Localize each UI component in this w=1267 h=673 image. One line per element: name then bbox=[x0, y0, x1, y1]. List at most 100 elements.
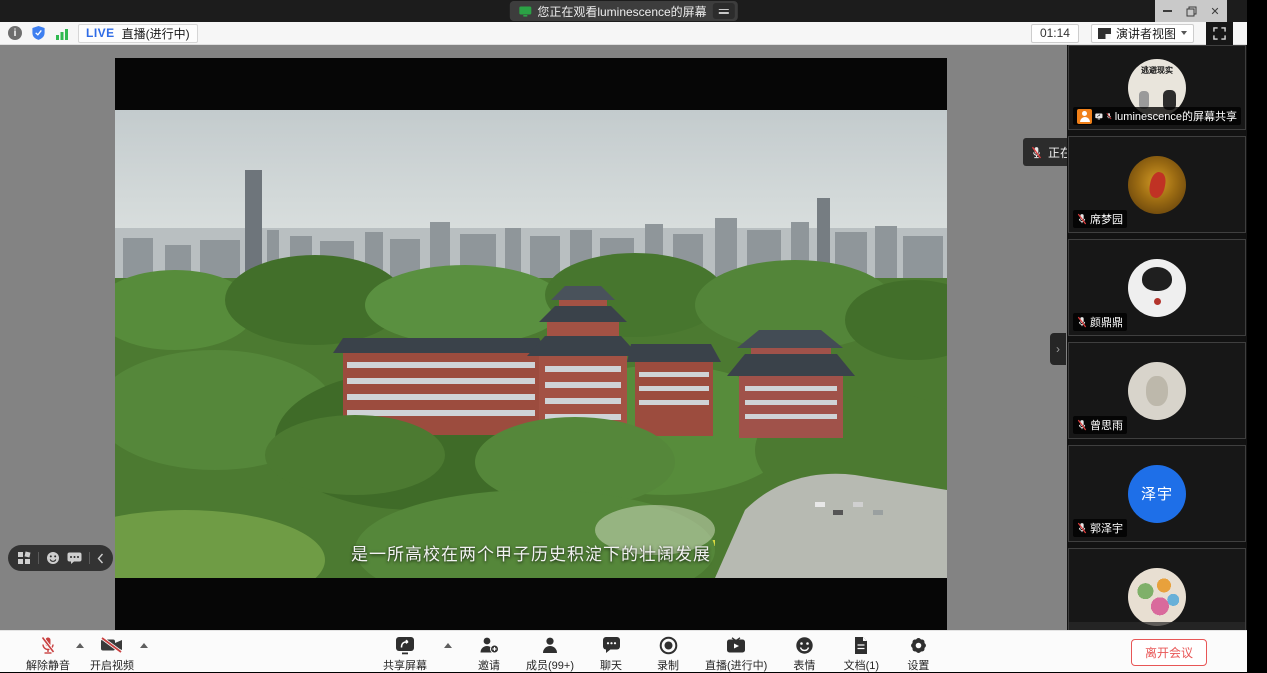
chat-bubble-icon bbox=[602, 636, 621, 654]
participant-name-tag: luminescence的屏幕共享 bbox=[1073, 107, 1241, 125]
participant-name-tag: 郭泽宇 bbox=[1073, 519, 1127, 537]
record-button[interactable]: 录制 bbox=[648, 635, 688, 673]
live-stream-label: 直播(进行中) bbox=[705, 657, 767, 673]
video-picture: 是一所高校在两个甲子历史积淀下的壮阔发展 bbox=[115, 110, 947, 578]
shared-screen-stage: 是一所高校在两个甲子历史积淀下的壮阔发展 bbox=[0, 45, 1247, 630]
view-mode-label: 演讲者视图 bbox=[1116, 25, 1176, 42]
apps-grid-icon[interactable] bbox=[17, 551, 31, 565]
invite-label: 邀请 bbox=[478, 657, 500, 673]
invite-button[interactable]: 邀请 bbox=[469, 635, 509, 673]
chat-label: 聊天 bbox=[600, 657, 622, 673]
screen-share-icon bbox=[518, 6, 531, 17]
avatar bbox=[1128, 362, 1186, 420]
avatar-text: 泽宇 bbox=[1141, 483, 1173, 504]
record-label: 录制 bbox=[657, 657, 679, 673]
emoji-reaction-icon[interactable] bbox=[46, 551, 60, 565]
participant-name: 郭泽宇 bbox=[1090, 520, 1123, 536]
live-stream-button[interactable]: 直播(进行中) bbox=[705, 635, 767, 673]
emoji-label: 表情 bbox=[793, 657, 815, 673]
participant-name: 颜鼎鼎 bbox=[1090, 314, 1123, 330]
docs-label: 文档(1) bbox=[844, 657, 879, 673]
participant-name: 席梦园 bbox=[1090, 211, 1123, 227]
leave-meeting-button[interactable]: 离开会议 bbox=[1131, 639, 1207, 666]
muted-mic-icon bbox=[1077, 522, 1087, 534]
gear-icon bbox=[909, 636, 928, 655]
emoji-icon bbox=[795, 636, 814, 655]
minimize-button[interactable] bbox=[1155, 0, 1179, 22]
muted-mic-icon bbox=[1031, 146, 1042, 159]
participant-name-tag: 席梦园 bbox=[1073, 210, 1127, 228]
restore-button[interactable] bbox=[1179, 0, 1203, 22]
view-mode-selector[interactable]: 演讲者视图 bbox=[1091, 24, 1194, 43]
avatar bbox=[1128, 259, 1186, 317]
fullscreen-button[interactable] bbox=[1206, 22, 1233, 45]
sidebar-collapse-tab[interactable]: › bbox=[1050, 333, 1066, 365]
caption-keyboard-icon[interactable] bbox=[67, 552, 82, 564]
members-icon bbox=[541, 636, 559, 655]
document-icon bbox=[853, 636, 869, 655]
avatar-text: 逃避现实 bbox=[1128, 65, 1186, 76]
emoji-button[interactable]: 表情 bbox=[784, 635, 824, 673]
muted-mic-icon bbox=[40, 636, 56, 655]
participants-sidebar: 逃避现实 luminescence的屏幕共享 bbox=[1067, 45, 1247, 630]
participant-tile-screen-share[interactable]: 逃避现实 luminescence的屏幕共享 bbox=[1068, 45, 1246, 130]
participant-name: 曾思雨 bbox=[1090, 417, 1123, 433]
share-screen-button[interactable]: 共享屏幕 bbox=[383, 635, 427, 673]
record-icon bbox=[659, 636, 678, 655]
members-button[interactable]: 成员(99+) bbox=[526, 635, 574, 673]
participant-tile[interactable]: 席梦园 bbox=[1068, 136, 1246, 233]
invite-person-icon bbox=[479, 636, 499, 655]
settings-button[interactable]: 设置 bbox=[898, 635, 938, 673]
floating-tools-pill bbox=[8, 545, 113, 571]
muted-mic-icon bbox=[1106, 110, 1112, 122]
share-options-caret[interactable] bbox=[444, 643, 452, 648]
more-participants-button[interactable] bbox=[1069, 622, 1245, 630]
close-button[interactable]: ✕ bbox=[1203, 0, 1227, 22]
docs-button[interactable]: 文档(1) bbox=[841, 635, 881, 673]
video-subtitle: 是一所高校在两个甲子历史积淀下的壮阔发展 bbox=[115, 540, 947, 565]
campus-aerial-scene bbox=[115, 110, 947, 578]
screen-share-icon bbox=[1095, 111, 1103, 122]
presenter-badge-icon bbox=[1077, 109, 1092, 124]
participant-name: luminescence的屏幕共享 bbox=[1115, 108, 1237, 124]
muted-mic-icon bbox=[1077, 213, 1087, 225]
collapse-left-icon[interactable] bbox=[97, 553, 104, 564]
share-screen-icon bbox=[394, 636, 416, 655]
avatar bbox=[1128, 156, 1186, 214]
banner-menu-icon[interactable] bbox=[713, 3, 735, 19]
participant-tile[interactable] bbox=[1068, 548, 1246, 630]
meeting-bottom-toolbar: 解除静音 开启视频 bbox=[0, 630, 1247, 672]
avatar bbox=[1128, 568, 1186, 626]
screen-edge-strip bbox=[1247, 0, 1267, 672]
divider bbox=[89, 552, 90, 564]
share-screen-label: 共享屏幕 bbox=[383, 657, 427, 673]
muted-mic-icon bbox=[1077, 419, 1087, 431]
start-video-button[interactable]: 开启视频 bbox=[90, 635, 134, 673]
mic-options-caret[interactable] bbox=[76, 643, 84, 648]
camera-off-icon bbox=[100, 637, 124, 653]
meeting-timer: 01:14 bbox=[1031, 24, 1079, 43]
video-options-caret[interactable] bbox=[140, 643, 148, 648]
unmute-button[interactable]: 解除静音 bbox=[26, 635, 70, 673]
live-tv-icon bbox=[726, 637, 746, 654]
security-shield-icon[interactable] bbox=[31, 25, 46, 41]
live-status-box[interactable]: LIVE 直播(进行中) bbox=[78, 24, 198, 43]
participant-tile[interactable]: 颜鼎鼎 bbox=[1068, 239, 1246, 336]
settings-label: 设置 bbox=[907, 657, 929, 673]
chevron-down-icon bbox=[1181, 31, 1187, 35]
members-label: 成员(99+) bbox=[526, 657, 574, 673]
fullscreen-icon bbox=[1213, 27, 1226, 40]
screen-watching-banner: 您正在观看luminescence的屏幕 bbox=[509, 1, 737, 21]
participant-name-tag: 颜鼎鼎 bbox=[1073, 313, 1127, 331]
live-status-text: 直播(进行中) bbox=[122, 25, 190, 42]
chat-button[interactable]: 聊天 bbox=[591, 635, 631, 673]
participant-tile[interactable]: 曾思雨 bbox=[1068, 342, 1246, 439]
watching-label: 您正在观看luminescence的屏幕 bbox=[537, 3, 706, 20]
live-badge: LIVE bbox=[86, 26, 115, 40]
layout-view-icon bbox=[1098, 28, 1111, 39]
participant-tile[interactable]: 泽宇 郭泽宇 bbox=[1068, 445, 1246, 542]
unmute-label: 解除静音 bbox=[26, 657, 70, 673]
start-video-label: 开启视频 bbox=[90, 657, 134, 673]
meeting-info-icon[interactable]: i bbox=[8, 26, 22, 40]
video-player[interactable]: 是一所高校在两个甲子历史积淀下的壮阔发展 bbox=[115, 58, 947, 630]
